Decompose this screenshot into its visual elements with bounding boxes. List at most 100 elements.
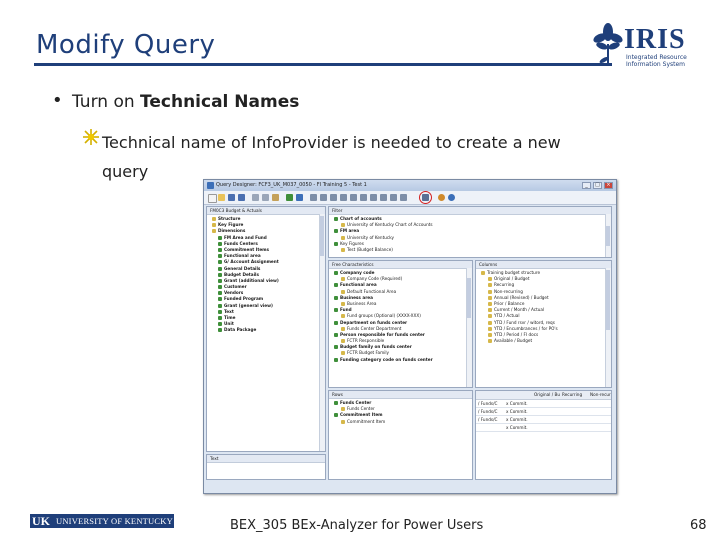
rows-tree: Funds Center Funds Center Commitment Item C… — [329, 399, 472, 425]
free-characteristic-item[interactable]: Funding category code on funds center — [332, 357, 472, 363]
open-query-icon[interactable] — [218, 194, 225, 201]
copy-icon[interactable] — [262, 194, 269, 201]
execute-icon[interactable] — [296, 194, 303, 201]
close-icon[interactable]: × — [604, 182, 613, 189]
grid-cell[interactable]: x Commit. — [506, 408, 528, 415]
slide-title: Modify Query — [36, 30, 216, 60]
info-icon[interactable] — [448, 194, 455, 201]
column-item-icon — [488, 283, 492, 288]
docs-icon[interactable] — [400, 194, 407, 201]
infoprovider-tree-item-label: Data Package — [224, 327, 257, 333]
column-item-icon — [488, 308, 492, 313]
free-characteristic-item-icon — [341, 339, 345, 344]
infoprovider-tree-item-label: Grant (general view) — [224, 302, 273, 308]
filter-item-label: Chart of accounts — [340, 216, 382, 221]
infoprovider-scrollbar[interactable] — [319, 214, 325, 451]
filter-item[interactable]: Test (Budget Balance) — [332, 247, 611, 253]
properties-icon[interactable] — [360, 194, 367, 201]
messages-icon[interactable] — [380, 194, 387, 201]
column-item[interactable]: Available / Budget — [479, 338, 611, 344]
cells-view-icon[interactable] — [330, 194, 337, 201]
infoprovider-tree-item-icon — [218, 291, 222, 296]
free-characteristics-tree: Company code Company Code (Required) Funct… — [329, 269, 472, 363]
grid-cell[interactable]: x Commit. — [506, 400, 528, 407]
grid-cell[interactable]: x Commit. — [506, 416, 528, 423]
new-query-icon[interactable] — [208, 194, 217, 203]
infoprovider-tree-item-label: FM Area and Fund — [224, 234, 267, 240]
page-number: 68 — [690, 518, 707, 533]
free-characteristic-item-icon — [341, 301, 345, 306]
rows-pane: Rows Funds Center Funds Center Commitment … — [328, 390, 473, 480]
column-item-icon — [488, 314, 492, 319]
infoprovider-tree-item-label: Time — [224, 315, 236, 320]
filter-tree: Chart of accounts University of Kentucky … — [329, 215, 611, 253]
infoprovider-tree-item-icon — [218, 247, 222, 252]
columns-pane: Columns Training budget structure Origina… — [475, 260, 612, 388]
check-query-icon[interactable] — [286, 194, 293, 201]
window-titlebar: Query Designer: FCF3_UK_M037_0050 - FI T… — [204, 180, 616, 191]
infoprovider-tree-item-icon — [218, 316, 222, 320]
paste-icon[interactable] — [272, 194, 279, 201]
column-item-label: Prior / Balance — [494, 300, 525, 306]
bullet-bold-text: Technical Names — [140, 92, 300, 112]
infoprovider-tree-item[interactable]: Data Package — [210, 327, 325, 333]
free-characteristic-item-icon — [334, 271, 338, 275]
save-all-icon[interactable] — [238, 194, 245, 201]
column-item-icon — [488, 277, 492, 282]
free-characteristic-item-label: Funds Center Department — [347, 325, 402, 331]
free-characteristic-item-label: Company Code (Required) — [347, 276, 403, 282]
infoprovider-tree-item-label: Dimensions — [218, 228, 246, 234]
filter-item-label: University of Kentucky Chart of Accounts — [347, 222, 433, 228]
conditions-icon[interactable] — [340, 194, 347, 201]
infoprovider-tree-item-icon — [218, 235, 222, 240]
iris-flower-icon — [593, 23, 623, 66]
help-icon[interactable] — [438, 194, 445, 201]
column-item-label: Non-recurring — [494, 288, 523, 294]
grid-cell[interactable]: / Funds/C — [478, 400, 497, 407]
infoprovider-tree-item-label: Budget Details — [224, 271, 259, 277]
tasks-icon[interactable] — [370, 194, 377, 201]
save-icon[interactable] — [228, 194, 235, 201]
exceptions-icon[interactable] — [350, 194, 357, 201]
infoprovider-tree-item-icon — [218, 278, 222, 283]
cut-icon[interactable] — [252, 194, 259, 201]
free-characteristic-item-label: Functional area — [340, 282, 377, 288]
filter-item-icon — [334, 229, 338, 234]
row-item-label: Funds Center — [347, 406, 375, 412]
where-used-icon[interactable] — [390, 194, 397, 201]
free-characteristic-item-label: Person responsible for funds center — [340, 331, 425, 337]
grid-row: / Funds/C x Commit. — [476, 416, 611, 424]
filter-item-icon — [334, 241, 338, 246]
free-characteristic-item-icon — [341, 289, 345, 294]
minimize-icon[interactable]: _ — [582, 182, 591, 189]
columns-scrollbar[interactable] — [605, 268, 611, 387]
grid-cell[interactable]: / Funds/C — [478, 416, 497, 423]
infoprovider-tree-item-icon — [218, 285, 222, 290]
infoprovider-tree-item-icon — [218, 266, 222, 271]
grid-column-header: Original / Bu — [534, 392, 560, 397]
row-item-label: Commitment Item — [340, 412, 383, 418]
filter-item-icon — [341, 235, 345, 240]
window-controls: _ □ × — [582, 182, 613, 189]
row-item-label: Funds Center — [340, 400, 372, 405]
rows-columns-view-icon[interactable] — [320, 194, 327, 201]
grid-column-header: Recurring — [562, 392, 583, 397]
infoprovider-tree-item-icon — [212, 229, 216, 234]
maximize-icon[interactable]: □ — [593, 182, 602, 189]
grid-cell[interactable]: x Commit. — [506, 424, 528, 431]
grid-cell[interactable]: / Funds/C — [478, 408, 497, 415]
column-item-icon — [488, 332, 492, 337]
toolbar — [204, 191, 616, 205]
filter-item-icon — [334, 217, 338, 221]
row-item[interactable]: Commitment Item — [332, 419, 472, 425]
uk-logo-mark: UK — [32, 514, 50, 528]
row-item-icon — [341, 419, 345, 424]
free-characteristic-item-label: Fund — [340, 307, 352, 313]
technical-names-highlight-circle — [419, 191, 432, 204]
infoprovider-tree-item-icon — [218, 328, 222, 333]
free-characteristics-scrollbar[interactable] — [466, 268, 472, 387]
filter-view-icon[interactable] — [310, 194, 317, 201]
query-designer-window: Query Designer: FCF3_UK_M037_0050 - FI T… — [203, 179, 617, 494]
filter-scrollbar[interactable] — [605, 214, 611, 257]
free-characteristic-item-label: Company code — [340, 270, 375, 275]
